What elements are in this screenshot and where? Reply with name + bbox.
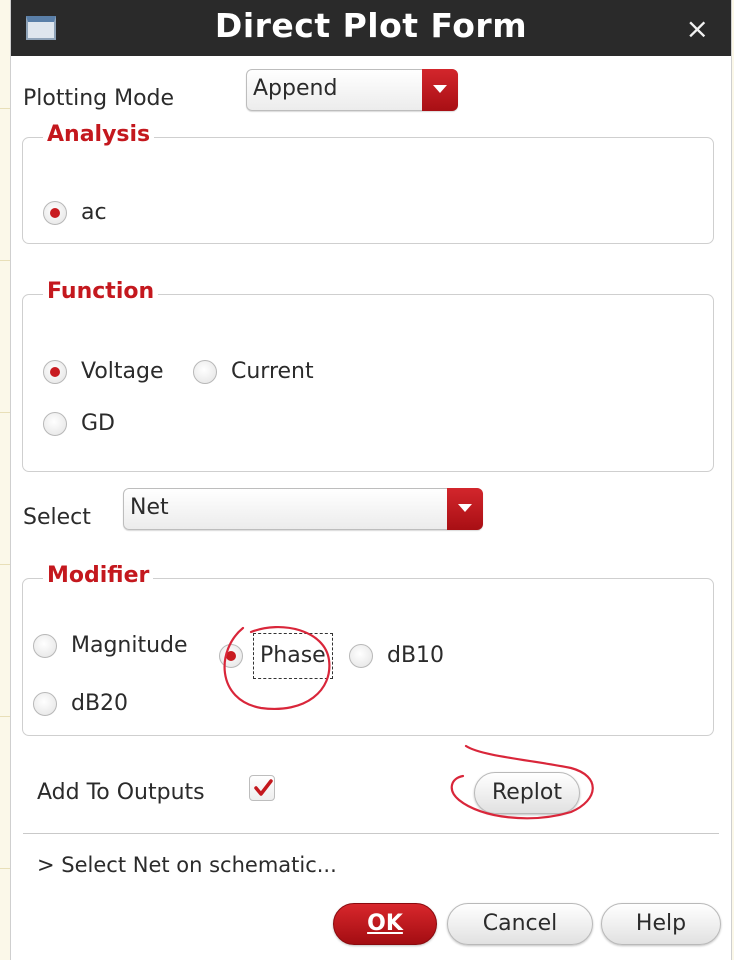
radio-label: GD <box>81 411 115 436</box>
radio-label: Current <box>231 359 314 384</box>
cancel-button-label: Cancel <box>482 911 558 936</box>
radio-label: dB20 <box>71 691 129 716</box>
radio-unselected-icon[interactable] <box>43 411 67 436</box>
radio-function-voltage[interactable]: Voltage <box>43 359 164 384</box>
select-label: Select <box>23 505 91 530</box>
add-to-outputs-checkbox[interactable] <box>249 775 275 801</box>
modifier-group-title: Modifier <box>43 563 154 588</box>
radio-selected-icon[interactable] <box>219 644 243 668</box>
radio-label: Voltage <box>81 359 164 384</box>
background-rule <box>0 716 10 717</box>
background-rule <box>0 868 10 869</box>
function-group: Function Voltage Current GD <box>22 279 714 472</box>
add-to-outputs-label: Add To Outputs <box>37 780 205 805</box>
plotting-mode-dropdown[interactable]: Append <box>246 69 458 111</box>
select-dropdown[interactable]: Net <box>123 488 483 530</box>
radio-modifier-db10[interactable]: dB10 <box>349 643 444 668</box>
radio-selected-icon[interactable] <box>43 359 67 384</box>
plotting-mode-value: Append <box>253 76 338 101</box>
help-button-label: Help <box>635 911 687 936</box>
chevron-down-icon[interactable] <box>422 69 458 111</box>
analysis-group-title: Analysis <box>43 122 155 147</box>
divider <box>23 833 719 834</box>
select-value: Net <box>130 495 169 520</box>
analysis-group: Analysis ac <box>22 122 714 244</box>
close-icon[interactable]: × <box>686 12 709 45</box>
radio-label: Magnitude <box>71 633 188 658</box>
radio-label: dB10 <box>387 643 445 668</box>
background-rule <box>0 564 10 565</box>
background-rule <box>0 412 10 413</box>
radio-unselected-icon[interactable] <box>33 633 57 658</box>
checkmark-icon <box>254 779 273 796</box>
cancel-button[interactable]: Cancel <box>447 903 593 945</box>
radio-label: Phase <box>253 633 333 679</box>
help-button[interactable]: Help <box>601 903 721 945</box>
radio-unselected-icon[interactable] <box>349 643 373 668</box>
dialog-title: Direct Plot Form <box>214 6 528 45</box>
radio-unselected-icon[interactable] <box>33 691 57 716</box>
background-rule <box>0 108 10 109</box>
radio-modifier-phase[interactable]: Phase <box>219 633 333 679</box>
radio-unselected-icon[interactable] <box>193 359 217 384</box>
title-bar[interactable]: Direct Plot Form × <box>11 0 731 56</box>
radio-modifier-magnitude[interactable]: Magnitude <box>33 633 188 658</box>
function-group-title: Function <box>43 279 159 304</box>
status-prompt: > Select Net on schematic... <box>37 853 337 877</box>
radio-label: ac <box>81 200 107 225</box>
modifier-group: Modifier Magnitude Phase dB10 dB20 <box>22 563 714 736</box>
ok-button-label: OK <box>367 911 403 936</box>
background-rule <box>0 260 10 261</box>
radio-modifier-db20[interactable]: dB20 <box>33 691 128 716</box>
radio-analysis-ac[interactable]: ac <box>43 200 107 225</box>
radio-function-current[interactable]: Current <box>193 359 314 384</box>
plotting-mode-label: Plotting Mode <box>23 86 175 111</box>
chevron-down-icon[interactable] <box>447 488 483 530</box>
ok-button[interactable]: OK <box>333 903 437 945</box>
replot-button[interactable]: Replot <box>474 772 580 814</box>
radio-function-gd[interactable]: GD <box>43 411 115 436</box>
radio-selected-icon[interactable] <box>43 200 67 225</box>
direct-plot-form-dialog: Direct Plot Form × Plotting Mode Append … <box>10 0 732 960</box>
